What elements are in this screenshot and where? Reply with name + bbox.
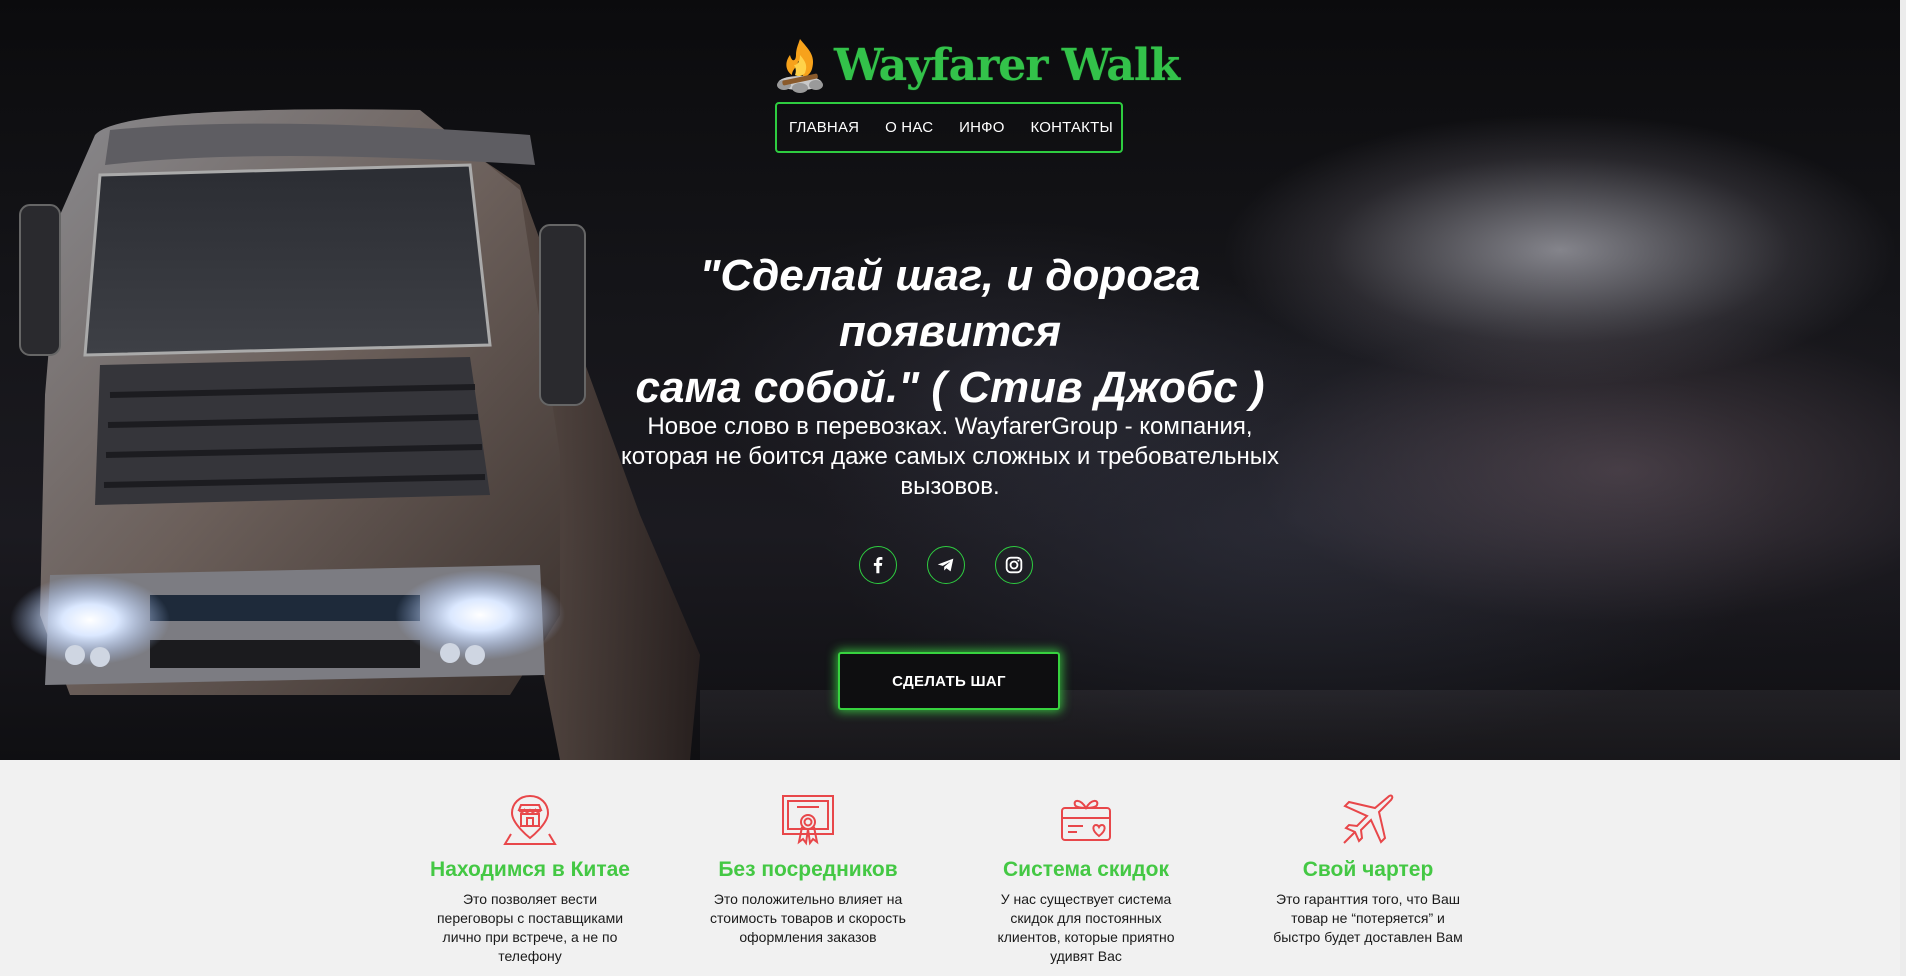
facebook-icon bbox=[873, 557, 883, 574]
store-location-icon bbox=[503, 794, 557, 845]
take-step-button[interactable]: СДЕЛАТЬ ШАГ bbox=[838, 652, 1060, 710]
facebook-link[interactable] bbox=[859, 546, 897, 584]
brand-name: Wayfarer Walk bbox=[834, 39, 1180, 91]
certificate-icon bbox=[782, 795, 834, 846]
hero-section: Wayfarer Walk ГЛАВНАЯ О НАС ИНФО КОНТАКТ… bbox=[0, 0, 1906, 760]
hero-quote-line-1: "Сделай шаг, и дорога появится bbox=[699, 251, 1201, 356]
feature-card: Находимся в Китае Это позволяет вести пе… bbox=[410, 760, 650, 966]
telegram-icon bbox=[937, 558, 954, 572]
nav-item-contacts[interactable]: КОНТАКТЫ bbox=[1030, 119, 1113, 136]
feature-card: Без посредников Это положительно влияет … bbox=[688, 760, 928, 947]
feature-description: Это позволяет вести переговоры с поставщ… bbox=[436, 891, 624, 964]
nav-item-about[interactable]: О НАС bbox=[885, 119, 933, 136]
airplane-icon bbox=[1343, 794, 1394, 844]
page: Wayfarer Walk ГЛАВНАЯ О НАС ИНФО КОНТАКТ… bbox=[0, 0, 1906, 976]
nav-item-home[interactable]: ГЛАВНАЯ bbox=[789, 119, 859, 136]
feature-card: Система скидок У нас существует система … bbox=[966, 760, 1206, 966]
feature-title: Свой чартер bbox=[1302, 858, 1434, 881]
telegram-link[interactable] bbox=[927, 546, 965, 584]
feature-card: Свой чартер Это гаранттия того, что Ваш … bbox=[1248, 760, 1488, 947]
feature-description: У нас существует система скидок для пост… bbox=[997, 891, 1175, 964]
instagram-link[interactable] bbox=[995, 546, 1033, 584]
features-section: Находимся в Китае Это позволяет вести пе… bbox=[0, 760, 1906, 976]
instagram-icon bbox=[1005, 556, 1023, 574]
feature-description: Это положительно влияет на стоимость тов… bbox=[710, 891, 906, 945]
main-nav: ГЛАВНАЯ О НАС ИНФО КОНТАКТЫ bbox=[775, 102, 1123, 153]
social-links bbox=[859, 546, 1033, 584]
campfire-icon bbox=[777, 39, 823, 93]
feature-title: Система скидок bbox=[1003, 858, 1169, 881]
feature-description: Это гаранттия того, что Ваш товар не “по… bbox=[1273, 891, 1463, 945]
gift-card-icon bbox=[1061, 799, 1111, 841]
feature-title: Без посредников bbox=[718, 858, 898, 881]
hero-quote: "Сделай шаг, и дорога появится сама собо… bbox=[600, 248, 1300, 416]
logo[interactable]: Wayfarer Walk bbox=[772, 34, 1180, 96]
nav-item-info[interactable]: ИНФО bbox=[959, 119, 1005, 136]
hero-tagline: Новое слово в перевозках. WayfarerGroup … bbox=[620, 413, 1280, 500]
feature-title: Находимся в Китае bbox=[430, 858, 630, 881]
page-scrollbar[interactable] bbox=[1900, 0, 1906, 976]
hero-quote-line-2: сама собой." ( Стив Джобс ) bbox=[635, 363, 1265, 412]
